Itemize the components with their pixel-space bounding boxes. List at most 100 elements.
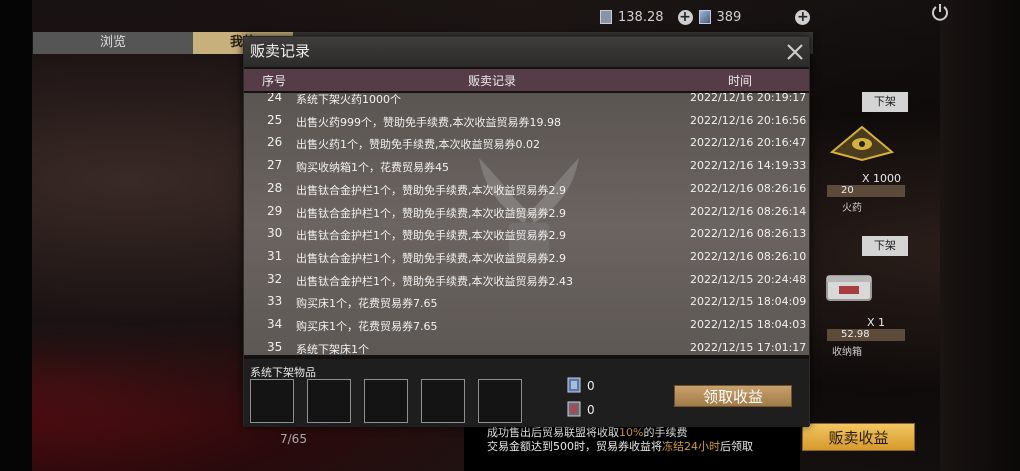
modal-header: 贩卖记录 [244,37,809,67]
notice-highlight: 10% [619,426,644,439]
record-no: 25 [267,112,283,127]
notice-line-1: 成功售出后贸易联盟将收取10%的手续费 [487,426,800,440]
record-time: 2022/12/15 17:01:17 [690,340,807,354]
record-text: 出售钛合金护栏1个，赞助免手续费,本次收益贸易券2.9 [296,251,566,265]
card-icon [698,10,711,24]
record-text: 出售钛合金护栏1个，赞助免手续费,本次收益贸易券2.9 [296,229,566,243]
close-icon[interactable] [783,40,807,64]
record-time: 2022/12/16 20:16:56 [690,113,807,127]
table-row: 34 购买床1个，花费贸易券7.65 2022/12/15 18:04:03 [244,313,809,336]
record-no: 29 [267,203,283,218]
currency1-value: 138.28 [618,9,664,25]
notice-text: 成功售出后贸易联盟将收取 [487,426,619,439]
item-slot[interactable] [421,379,465,423]
record-no: 28 [267,180,283,195]
record-no: 24 [267,93,283,104]
notice-highlight: 冻结24小时 [662,440,720,453]
record-no: 35 [267,339,283,354]
tab-browse[interactable]: 浏览 [33,32,193,54]
record-time: 2022/12/16 08:26:14 [690,204,807,218]
record-time: 2022/12/16 08:26:13 [690,227,807,241]
record-text: 系统下架火药1000个 [296,93,401,106]
gunpowder-icon [829,125,895,162]
table-row: 24 系统下架火药1000个 2022/12/16 20:19:17 [244,93,809,109]
item-price: 20 [827,185,905,197]
delisted-title: 系统下架物品 [250,366,316,379]
currency2-value: 389 [716,9,742,25]
item-quantity: X 1 [867,316,886,329]
record-text: 购买床1个，花费贸易券7.65 [296,320,438,333]
modal-title: 贩卖记录 [250,42,311,60]
notice-text: 的手续费 [643,426,688,439]
table-row: 30 出售钛合金护栏1个，赞助免手续费,本次收益贸易券2.9 2022/12/16 … [244,222,809,245]
storage-box-icon [826,275,872,301]
table-row: 33 购买床1个，花费贸易券7.65 2022/12/15 18:04:09 [244,290,809,313]
table-row: 25 出售火药999个，赞助免手续费,本次收益贸易券19.98 2022/12/16… [244,109,809,132]
coupon-icon [567,401,581,417]
coupon-icon [600,10,612,24]
delisted-card-amount: 0 [587,379,595,393]
record-text: 出售火药1个，赞助免手续费,本次收益贸易券0.02 [296,138,540,152]
column-record: 贩卖记录 [468,74,517,88]
record-no: 33 [267,294,283,309]
record-no: 31 [267,248,283,263]
item-name: 收纳箱 [832,347,862,358]
table-row: 29 出售钛合金护栏1个，赞助免手续费,本次收益贸易券2.9 2022/12/16 … [244,200,809,223]
record-text: 购买床1个，花费贸易券7.65 [296,297,438,311]
record-time: 2022/12/15 18:04:03 [690,318,807,331]
add-currency1-button[interactable]: + [677,9,693,25]
column-time: 时间 [728,74,753,88]
table-header: 序号 贩卖记录 时间 [244,69,809,91]
delisted-items-panel: 系统下架物品 0 0 领取收益 [244,359,809,427]
delist-button[interactable]: 下架 [862,92,908,112]
record-no: 30 [267,226,283,241]
record-time: 2022/12/16 20:16:47 [690,136,807,150]
power-icon[interactable] [930,2,950,22]
notice-text: 交易金额达到500时，贸易券收益将 [487,440,662,453]
item-slot[interactable] [250,379,294,423]
table-row: 28 出售钛合金护栏1个，赞助免手续费,本次收益贸易券2.9 2022/12/16 … [244,177,809,200]
record-text: 购买收纳箱1个，花费贸易券45 [296,161,449,175]
record-text: 出售钛合金护栏1个，赞助免手续费,本次收益贸易券2.9 [296,183,566,197]
record-no: 32 [267,271,283,286]
table-row: 31 出售钛合金护栏1个，赞助免手续费,本次收益贸易券2.9 2022/12/16 … [244,245,809,268]
product-card: 下架 X 1 52.98 收纳箱 [812,236,908,360]
record-time: 2022/12/15 20:24:48 [690,272,807,286]
record-time: 2022/12/16 08:26:10 [690,249,807,263]
item-slot[interactable] [364,379,408,423]
record-no: 27 [267,158,283,173]
record-time: 2022/12/16 20:19:17 [690,93,807,104]
notice-text: 后领取 [720,440,753,453]
record-no: 34 [267,317,283,331]
record-time: 2022/12/16 14:19:33 [690,159,807,173]
notice-line-2: 交易金额达到500时，贸易券收益将冻结24小时后领取 [487,440,800,454]
left-edge [0,0,32,471]
table-row: 27 购买收纳箱1个，花费贸易券45 2022/12/16 14:19:33 [244,154,809,177]
record-text: 出售钛合金护栏1个，赞助免手续费,本次收益贸易券2.43 [296,274,573,288]
item-price: 52.98 [827,329,905,341]
record-list[interactable]: 24 系统下架火药1000个 2022/12/16 20:19:17 25 出售火药99… [244,93,809,355]
page-count: 7/65 [280,432,307,446]
sales-record-modal: 贩卖记录 序号 贩卖记录 时间 24 系统下架火药1000个 2022/12/16 … [243,36,810,427]
delist-button[interactable]: 下架 [862,236,908,256]
table-row: 26 出售火药1个，赞助免手续费,本次收益贸易券0.02 2022/12/16 20… [244,131,809,154]
table-row: 32 出售钛合金护栏1个，赞助免手续费,本次收益贸易券2.43 2022/12/15… [244,268,809,291]
table-row: 35 系统下架床1个 2022/12/15 17:01:17 [244,336,809,355]
record-no: 26 [267,135,283,150]
column-no: 序号 [262,74,287,88]
product-card: 下架 X 1000 20 火药 [812,92,908,216]
record-text: 出售火药999个，赞助免手续费,本次收益贸易券19.98 [296,115,561,129]
item-name: 火药 [842,203,862,214]
card-icon [567,377,581,393]
fee-notice: 成功售出后贸易联盟将收取10%的手续费 交易金额达到500时，贸易券收益将冻结2… [464,423,800,471]
record-time: 2022/12/15 18:04:09 [690,295,807,309]
record-time: 2022/12/16 08:26:16 [690,181,807,195]
sell-income-button[interactable]: 贩卖收益 [802,423,915,451]
item-quantity: X 1000 [862,172,902,185]
collect-income-button[interactable]: 领取收益 [674,385,792,407]
record-text: 出售钛合金护栏1个，赞助免手续费,本次收益贸易券2.9 [296,206,566,220]
item-slot[interactable] [478,379,522,423]
add-currency2-button[interactable]: + [795,9,811,25]
record-text: 系统下架床1个 [296,342,369,355]
item-slot[interactable] [307,379,351,423]
